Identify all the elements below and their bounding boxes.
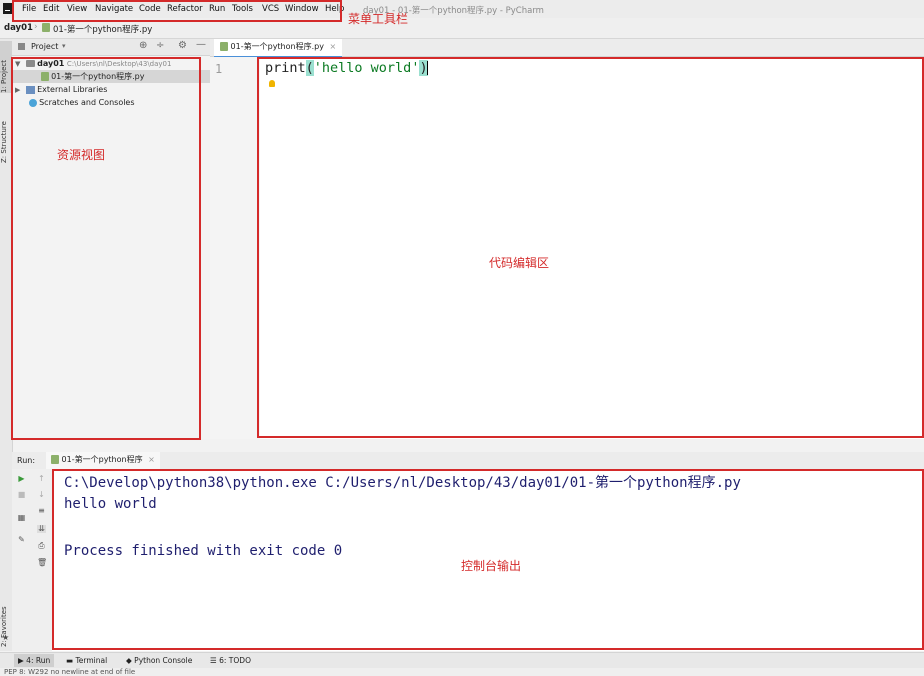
python-file-icon xyxy=(51,455,59,464)
scroll-to-end-icon[interactable]: ⇊ xyxy=(37,525,46,533)
python-file-icon xyxy=(220,42,228,51)
project-view-selector[interactable]: Project xyxy=(31,42,58,51)
bottom-tool-bar: ★ ▶ 4: Run ▬ Terminal ◆ Python Console ☰… xyxy=(0,633,924,669)
project-panel-header: Project ▾ ⊕ ÷ ⚙ — xyxy=(12,39,210,56)
run-toolbar: ▶ ■ ▦ ✎ ↑ ↓ ≡ ⇊ ⎙ 🗑 xyxy=(12,469,52,651)
annotation-label-code-editor: 代码编辑区 xyxy=(489,256,550,270)
run-label: Run: xyxy=(17,456,36,465)
close-icon[interactable]: × xyxy=(148,455,155,464)
stop-icon[interactable]: ■ xyxy=(17,491,26,499)
annotation-box-menu xyxy=(12,0,342,22)
terminal-icon: ▬ xyxy=(66,656,74,665)
tab-label: Terminal xyxy=(75,656,108,665)
up-arrow-icon[interactable]: ↑ xyxy=(37,475,46,483)
hide-panel-icon[interactable]: — xyxy=(196,39,206,50)
project-view-icon xyxy=(18,43,25,50)
soft-wrap-icon[interactable]: ≡ xyxy=(37,507,46,515)
breadcrumb-separator: › xyxy=(34,22,38,32)
locate-file-icon[interactable]: ⊕ xyxy=(139,40,147,51)
python-file-icon xyxy=(42,23,50,32)
todo-list-icon: ☰ xyxy=(210,656,217,665)
breadcrumb-file[interactable]: 01-第一个python程序.py xyxy=(53,23,152,35)
status-bar: PEP 8: W292 no newline at end of file xyxy=(0,668,924,676)
play-icon: ▶ xyxy=(18,656,24,665)
pin-icon[interactable]: ✎ xyxy=(17,536,26,544)
run-panel-header: Run: 01-第一个python程序 × xyxy=(12,452,924,471)
annotation-label-menu: 菜单工具栏 xyxy=(348,12,409,26)
annotation-box-code-editor xyxy=(257,57,924,438)
gear-icon[interactable]: ⚙ xyxy=(178,40,187,51)
tab-run[interactable]: ▶ 4: Run xyxy=(14,654,55,667)
line-number-gutter xyxy=(210,57,260,439)
layout-icon[interactable]: ▦ xyxy=(17,514,26,522)
annotation-label-resource-view: 资源视图 xyxy=(57,148,106,162)
status-message: PEP 8: W292 no newline at end of file xyxy=(4,668,136,676)
editor-tab[interactable]: 01-第一个python程序.py × xyxy=(214,39,343,58)
line-number: 1 xyxy=(215,62,223,76)
rerun-icon[interactable]: ▶ xyxy=(17,475,26,483)
tab-label: 6: TODO xyxy=(219,656,251,665)
editor-tab-label: 01-第一个python程序.py xyxy=(230,42,324,51)
python-console-icon: ◆ xyxy=(126,656,132,665)
breadcrumb-project[interactable]: day01 xyxy=(4,23,33,33)
tab-label: 4: Run xyxy=(26,656,51,665)
chevron-down-icon[interactable]: ▾ xyxy=(62,42,66,50)
tab-todo[interactable]: ☰ 6: TODO xyxy=(210,656,251,665)
down-arrow-icon[interactable]: ↓ xyxy=(37,491,46,499)
star-icon: ★ xyxy=(2,633,10,642)
annotation-label-console: 控制台输出 xyxy=(461,559,522,573)
tab-label: Python Console xyxy=(134,656,193,665)
annotation-box-resource-view xyxy=(11,57,201,440)
editor-tab-bar: 01-第一个python程序.py × xyxy=(210,39,924,58)
collapse-all-icon[interactable]: ÷ xyxy=(156,40,164,51)
run-tab-label: 01-第一个python程序 xyxy=(61,455,143,464)
print-icon[interactable]: ⎙ xyxy=(37,542,46,550)
tab-python-console[interactable]: ◆ Python Console xyxy=(126,656,192,665)
tab-terminal[interactable]: ▬ Terminal xyxy=(66,656,107,665)
close-icon[interactable]: × xyxy=(330,42,337,51)
trash-icon[interactable]: 🗑 xyxy=(37,559,47,567)
